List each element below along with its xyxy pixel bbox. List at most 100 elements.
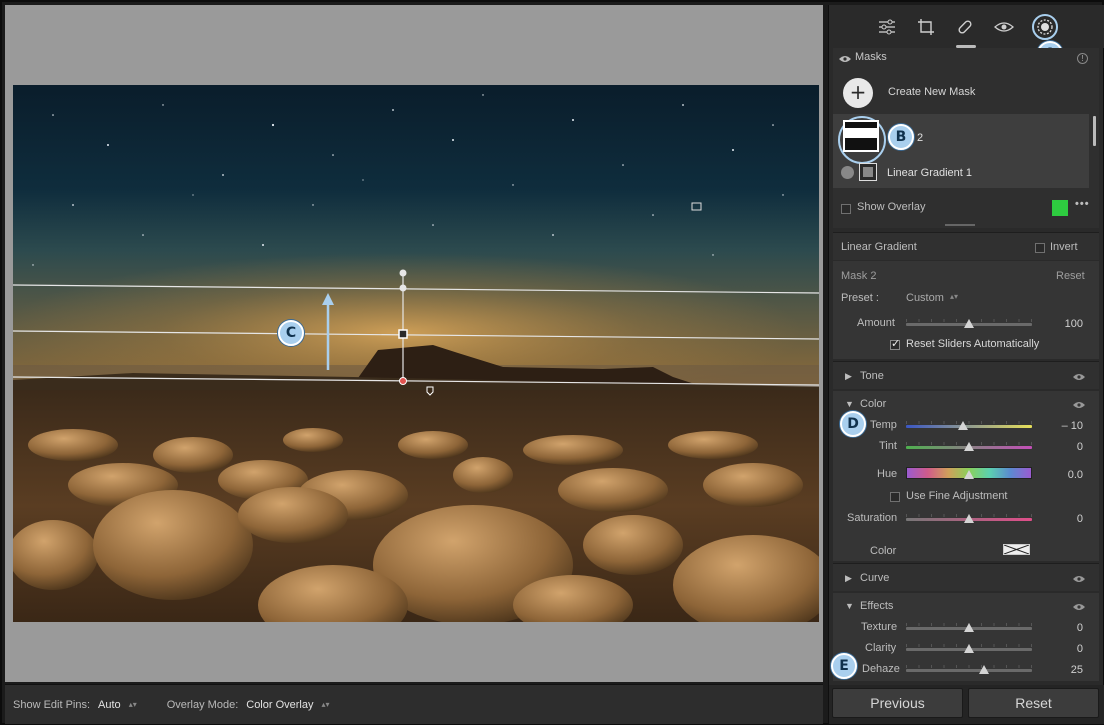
temp-slider-track[interactable]	[906, 421, 1032, 428]
reset-sliders-label: Reset Sliders Automatically	[906, 338, 1040, 350]
masks-title: Masks	[855, 51, 887, 63]
linear-gradient-header: Linear Gradient Invert	[833, 232, 1099, 260]
clarity-slider-thumb[interactable]	[964, 644, 974, 653]
app-window: C Show Edit Pins: Auto ▴▾ Overlay Mode: …	[0, 0, 1104, 725]
dehaze-slider-track[interactable]	[906, 665, 1032, 672]
effects-section: ▼ Effects Texture 0 Clarity 0 Dehaze 25	[833, 593, 1099, 681]
curve-section-header[interactable]: ▶ Curve	[833, 563, 1099, 591]
temp-slider-thumb[interactable]	[957, 421, 968, 430]
overlay-mode-label: Overlay Mode:	[166, 698, 239, 711]
color-picker-label: Color	[870, 545, 897, 557]
effects-collapse-icon[interactable]: ▼	[845, 601, 854, 611]
show-overlay-checkbox[interactable]	[841, 204, 851, 214]
masking-icon[interactable]	[1031, 13, 1058, 40]
show-overlay-label: Show Overlay	[857, 201, 926, 213]
create-mask-plus-icon[interactable]: +	[843, 78, 873, 108]
tone-visibility-eye-icon[interactable]	[1073, 373, 1085, 381]
clarity-value[interactable]: 0	[1043, 643, 1083, 655]
night-landscape-photo	[13, 85, 819, 622]
top-edge-handle	[399, 284, 407, 292]
color-section: ▼ Color Temp – 10 Tint 0 Hue 0.0 Use Fin…	[833, 391, 1099, 561]
preset-select[interactable]: Custom	[906, 292, 944, 304]
saturation-slider-thumb[interactable]	[964, 514, 974, 523]
overlay-color-swatch[interactable]	[1052, 200, 1068, 216]
texture-value[interactable]: 0	[1043, 622, 1083, 634]
photo-preview[interactable]	[13, 85, 819, 622]
texture-label: Texture	[861, 621, 898, 633]
mask-settings-name: Mask 2	[841, 270, 877, 282]
masks-section: Masks ! + Create New Mask B 2 Linear Gra…	[833, 48, 1099, 228]
fine-adjustment-checkbox[interactable]	[890, 492, 900, 502]
previous-button[interactable]: Previous	[832, 688, 963, 718]
temp-label: Temp	[870, 419, 897, 431]
masks-visibility-eye-icon[interactable]	[839, 55, 851, 63]
tone-expand-icon[interactable]: ▶	[845, 371, 852, 382]
center-pin	[398, 329, 408, 339]
effects-visibility-eye-icon[interactable]	[1073, 603, 1085, 611]
preset-caret-icon[interactable]: ▴▾	[950, 292, 958, 301]
color-title: Color	[860, 398, 887, 410]
callout-d: D	[840, 411, 866, 437]
saturation-value[interactable]: 0	[1043, 513, 1083, 525]
overlay-mode-caret-icon[interactable]: ▴▾	[322, 700, 330, 709]
edit-pins-select[interactable]: Auto	[98, 699, 121, 711]
temp-value[interactable]: – 10	[1043, 420, 1083, 432]
curve-expand-icon[interactable]: ▶	[845, 573, 852, 584]
tone-section-header[interactable]: ▶ Tone	[833, 361, 1099, 389]
dehaze-value[interactable]: 25	[1043, 664, 1083, 676]
color-swatch-none[interactable]	[1003, 544, 1030, 555]
clarity-label: Clarity	[865, 642, 897, 654]
resize-handle[interactable]	[945, 224, 975, 226]
saturation-label: Saturation	[847, 512, 898, 524]
mask-2-thumbnail[interactable]	[843, 120, 879, 152]
rotate-handle	[399, 269, 407, 277]
edit-sliders-icon[interactable]	[876, 16, 898, 38]
amount-slider-thumb[interactable]	[964, 319, 974, 328]
edit-pins-caret-icon[interactable]: ▴▾	[129, 700, 137, 709]
create-new-mask-button[interactable]: Create New Mask	[888, 86, 975, 98]
healing-icon[interactable]	[954, 16, 976, 38]
linear-gradient-title: Linear Gradient	[841, 241, 917, 253]
mask-settings-section: Mask 2 Reset Preset : Custom ▴▾ Amount 1…	[833, 261, 1099, 359]
red-eye-icon[interactable]	[993, 16, 1015, 38]
tint-label: Tint	[879, 440, 897, 452]
effects-title: Effects	[860, 600, 894, 612]
color-visibility-eye-icon[interactable]	[1073, 401, 1085, 409]
reset-button[interactable]: Reset	[968, 688, 1099, 718]
callout-c: C	[278, 320, 304, 346]
mask-reset-link[interactable]: Reset	[1056, 270, 1085, 282]
curve-visibility-eye-icon[interactable]	[1073, 575, 1085, 583]
hue-label: Hue	[877, 468, 898, 480]
hue-value[interactable]: 0.0	[1043, 469, 1083, 481]
amount-label: Amount	[857, 317, 895, 329]
mask-name[interactable]: 2	[917, 132, 923, 144]
right-panel: A Masks ! + Create New Mask B 2 Linear G…	[828, 5, 1104, 724]
subtract-icon[interactable]	[841, 166, 854, 179]
amount-value[interactable]: 100	[1043, 318, 1083, 330]
component-label[interactable]: Linear Gradient 1	[887, 167, 972, 179]
dehaze-label: Dehaze	[862, 663, 900, 675]
more-options-icon[interactable]: •••	[1075, 198, 1090, 210]
tool-strip	[829, 5, 1104, 48]
overlay-mode-select[interactable]: Color Overlay	[246, 699, 313, 711]
invert-checkbox[interactable]	[1035, 243, 1045, 253]
tone-title: Tone	[860, 370, 884, 382]
tint-slider-thumb[interactable]	[964, 442, 974, 451]
hue-slider-thumb[interactable]	[964, 470, 974, 479]
tint-value[interactable]: 0	[1043, 441, 1083, 453]
callout-b: B	[888, 124, 914, 150]
preset-label: Preset :	[841, 292, 879, 304]
bottom-edge-handle	[399, 377, 407, 385]
help-icon[interactable]: !	[1077, 53, 1088, 64]
edit-pins-label: Show Edit Pins:	[13, 698, 91, 711]
mask-list-scrollbar[interactable]	[1093, 116, 1096, 146]
reset-sliders-checkbox[interactable]: ✓	[890, 338, 900, 350]
fine-adjustment-label: Use Fine Adjustment	[906, 490, 1008, 502]
linear-gradient-component-icon[interactable]	[859, 163, 877, 181]
callout-e: E	[831, 653, 857, 679]
color-collapse-icon[interactable]: ▼	[845, 399, 854, 409]
dehaze-slider-thumb[interactable]	[979, 665, 990, 674]
image-canvas: C	[5, 5, 823, 682]
texture-slider-thumb[interactable]	[964, 623, 974, 632]
crop-icon[interactable]	[915, 16, 937, 38]
